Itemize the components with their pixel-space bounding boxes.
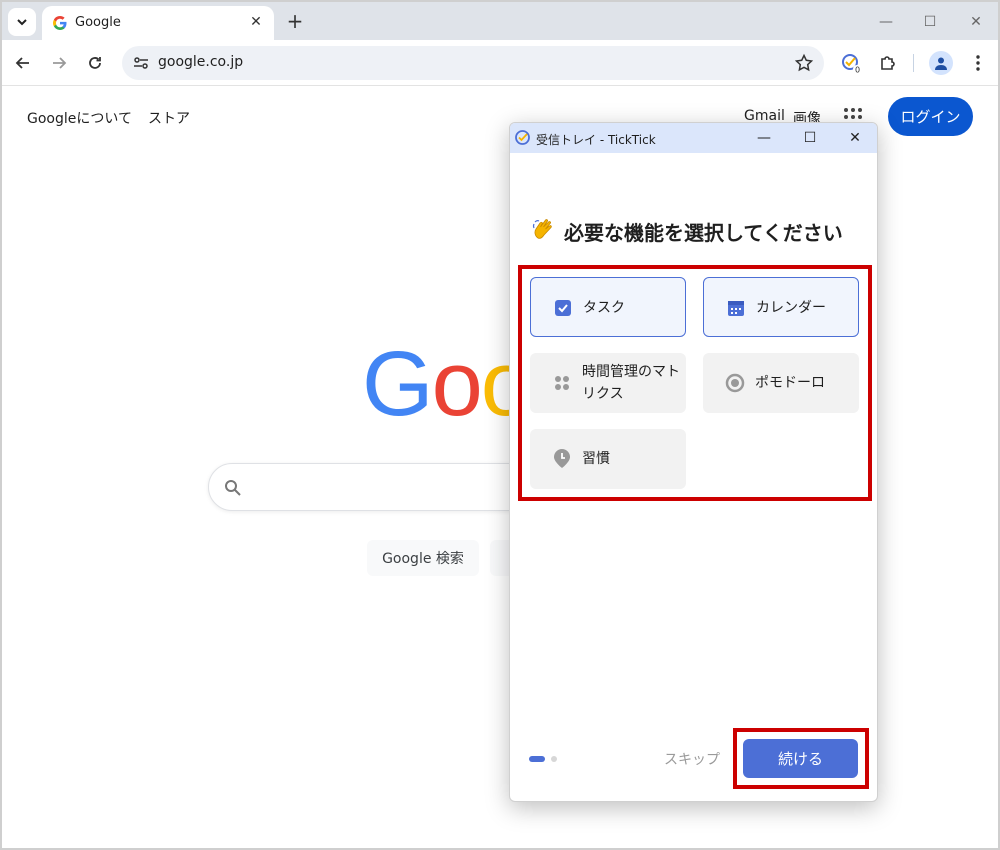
window-close-icon[interactable]: ✕ xyxy=(964,10,988,34)
dialog-titlebar: 受信トレイ - TickTick — ☐ ✕ xyxy=(510,123,877,153)
tab-google[interactable]: Google ✕ xyxy=(42,6,274,40)
google-favicon-icon xyxy=(53,16,67,30)
dialog-close-icon[interactable]: ✕ xyxy=(844,127,866,149)
skip-button[interactable]: スキップ xyxy=(664,749,720,769)
address-bar[interactable]: google.co.jp xyxy=(122,46,824,80)
dialog-minimize-icon[interactable]: — xyxy=(753,127,775,149)
ticktick-app-icon xyxy=(515,130,530,145)
highlight-options-box xyxy=(518,265,872,501)
tab-strip: Google ✕ + — ☐ ✕ xyxy=(2,2,998,40)
maximize-icon[interactable]: ☐ xyxy=(918,10,942,34)
back-icon[interactable] xyxy=(10,50,36,76)
profile-avatar-icon[interactable] xyxy=(929,51,953,75)
ticktick-dialog: 受信トレイ - TickTick — ☐ ✕ 必要な機能を選択してください タス… xyxy=(509,122,878,802)
more-menu-icon[interactable] xyxy=(967,52,989,74)
dialog-heading: 必要な機能を選択してください xyxy=(532,217,843,246)
extension-badge: 0 xyxy=(855,66,860,75)
tab-title: Google xyxy=(75,15,121,30)
about-google-link[interactable]: Googleについて xyxy=(27,108,132,128)
new-tab-icon[interactable]: + xyxy=(284,9,306,33)
tab-close-icon[interactable]: ✕ xyxy=(246,12,266,32)
login-button[interactable]: ログイン xyxy=(888,97,973,136)
dialog-maximize-icon[interactable]: ☐ xyxy=(799,127,821,149)
forward-icon[interactable] xyxy=(46,50,72,76)
minimize-icon[interactable]: — xyxy=(874,10,898,34)
reload-icon[interactable] xyxy=(82,50,108,76)
dialog-window-title: 受信トレイ - TickTick xyxy=(536,133,656,147)
search-icon xyxy=(225,480,241,496)
page-dot-active xyxy=(529,756,545,762)
tab-search-button[interactable] xyxy=(8,8,36,36)
google-search-button[interactable]: Google 検索 xyxy=(367,540,479,576)
store-link[interactable]: ストア xyxy=(148,108,190,128)
highlight-continue-box xyxy=(733,728,869,789)
waving-hand-icon xyxy=(532,218,558,245)
ticktick-extension-icon[interactable]: 0 xyxy=(840,52,862,74)
browser-toolbar: google.co.jp 0 xyxy=(2,40,998,86)
site-settings-icon[interactable] xyxy=(132,54,150,72)
dialog-heading-text: 必要な機能を選択してください xyxy=(564,221,843,245)
url-text: google.co.jp xyxy=(158,54,244,70)
bookmark-star-icon[interactable] xyxy=(794,53,814,73)
page-dot xyxy=(551,756,557,762)
toolbar-separator xyxy=(913,54,914,72)
extensions-puzzle-icon[interactable] xyxy=(877,52,899,74)
chevron-down-icon xyxy=(17,19,27,26)
